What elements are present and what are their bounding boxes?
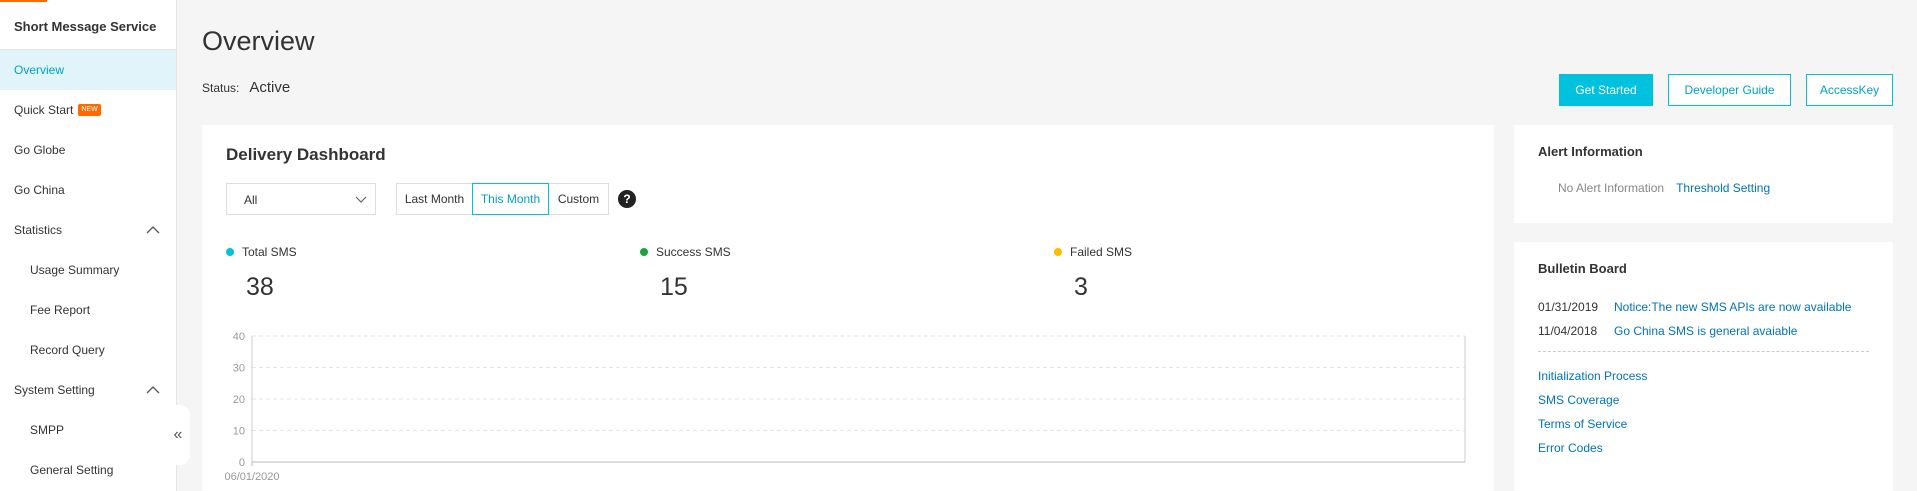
- sidebar-item-label: Go Globe: [14, 143, 66, 157]
- delivery-dashboard-card: Delivery Dashboard All Last Month This M…: [202, 125, 1494, 491]
- sidebar-item-statistics[interactable]: Statistics: [0, 210, 176, 250]
- error-codes-link[interactable]: Error Codes: [1538, 441, 1603, 455]
- stat-label: Total SMS: [242, 245, 297, 259]
- sms-type-select[interactable]: All: [226, 183, 376, 215]
- y-tick-label: 20: [233, 394, 245, 406]
- bulletin-board-card: Bulletin Board 01/31/2019 Notice:The new…: [1514, 242, 1893, 491]
- sidebar-title: Short Message Service: [0, 0, 176, 50]
- notice-date: 11/04/2018: [1538, 324, 1598, 338]
- sidebar-item-go-globe[interactable]: Go Globe: [0, 130, 176, 170]
- y-tick-label: 10: [233, 426, 245, 438]
- status-row: Status: Active: [202, 79, 290, 96]
- sidebar-item-label: Go China: [14, 183, 65, 197]
- sidebar-item-usage-summary[interactable]: Usage Summary: [0, 250, 176, 290]
- y-tick-label: 40: [233, 331, 245, 343]
- stat-label: Failed SMS: [1070, 245, 1133, 259]
- notice-link[interactable]: Notice:The new SMS APIs are now availabl…: [1614, 300, 1851, 314]
- dashboard-title: Delivery Dashboard: [226, 145, 386, 164]
- accesskey-button[interactable]: AccessKey: [1806, 74, 1893, 106]
- stat-value: 15: [660, 273, 688, 301]
- y-tick-label: 30: [233, 363, 245, 375]
- collapse-sidebar-icon[interactable]: «: [166, 405, 190, 465]
- x-tick-label: 06/01/2020: [224, 471, 279, 483]
- page-title: Overview: [202, 26, 315, 56]
- developer-guide-button[interactable]: Developer Guide: [1668, 74, 1791, 106]
- success-sms-dot: [640, 248, 648, 256]
- sidebar-item-system-setting[interactable]: System Setting: [0, 370, 176, 410]
- chevron-up-icon: [146, 226, 160, 234]
- get-started-button[interactable]: Get Started: [1559, 74, 1653, 106]
- sidebar-item-label: SMPP: [30, 423, 65, 437]
- help-icon[interactable]: ?: [618, 190, 636, 208]
- stat-failed-sms: Failed SMS 3: [1054, 245, 1132, 302]
- sidebar-item-label: Overview: [14, 63, 65, 77]
- y-tick-label: 0: [239, 457, 245, 469]
- divider: [1538, 351, 1869, 352]
- sidebar-item-label: Record Query: [30, 343, 105, 357]
- alert-information-card: Alert Information No Alert Information T…: [1514, 125, 1893, 223]
- failed-sms-dot: [1054, 248, 1062, 256]
- stat-success-sms: Success SMS 15: [640, 245, 731, 302]
- status-label: Status:: [202, 81, 240, 95]
- total-sms-dot: [226, 248, 234, 256]
- sidebar-item-overview[interactable]: Overview: [0, 50, 176, 90]
- brand-accent-bar: [0, 0, 47, 2]
- sms-coverage-link[interactable]: SMS Coverage: [1538, 393, 1619, 407]
- sidebar-item-label: Statistics: [14, 223, 63, 237]
- notice-link[interactable]: Go China SMS is general avaiable: [1614, 324, 1797, 338]
- sidebar-item-label: General Setting: [30, 463, 114, 477]
- delivery-chart: 0 10 20 30 40 06/01/2020: [224, 331, 1466, 483]
- sidebar-item-record-query[interactable]: Record Query: [0, 330, 176, 370]
- sidebar-item-label: Usage Summary: [30, 263, 120, 277]
- sidebar-item-label: System Setting: [14, 383, 95, 397]
- sidebar-item-label: Quick Start: [14, 103, 74, 117]
- terms-of-service-link[interactable]: Terms of Service: [1538, 417, 1627, 431]
- sidebar-item-label: Fee Report: [30, 303, 91, 317]
- notice-row: 11/04/2018 Go China SMS is general avaia…: [1538, 324, 1797, 338]
- notice-date: 01/31/2019: [1538, 300, 1599, 314]
- sidebar-item-quick-start[interactable]: Quick Start NEW: [0, 90, 176, 130]
- initialization-process-link[interactable]: Initialization Process: [1538, 369, 1647, 383]
- stat-value: 3: [1074, 273, 1088, 301]
- alert-title: Alert Information: [1538, 144, 1643, 159]
- sidebar-item-go-china[interactable]: Go China: [0, 170, 176, 210]
- sidebar-item-smpp[interactable]: SMPP: [0, 410, 176, 450]
- range-custom[interactable]: Custom: [548, 183, 609, 215]
- bulletin-title: Bulletin Board: [1538, 261, 1627, 276]
- new-badge: NEW: [78, 104, 101, 116]
- select-value: All: [244, 193, 258, 207]
- no-alert-text: No Alert Information: [1558, 181, 1665, 195]
- range-this-month[interactable]: This Month: [472, 183, 549, 215]
- sidebar: Short Message Service Overview Quick Sta…: [0, 0, 177, 491]
- stat-total-sms: Total SMS 38: [226, 245, 297, 302]
- notice-row: 01/31/2019 Notice:The new SMS APIs are n…: [1538, 300, 1851, 314]
- chevron-up-icon: [146, 386, 160, 394]
- sidebar-item-fee-report[interactable]: Fee Report: [0, 290, 176, 330]
- chevron-down-icon: [355, 196, 367, 203]
- status-value: Active: [249, 79, 291, 96]
- range-last-month[interactable]: Last Month: [396, 183, 473, 215]
- sidebar-item-general-setting[interactable]: General Setting: [0, 450, 176, 490]
- stat-label: Success SMS: [656, 245, 731, 259]
- stat-value: 38: [246, 273, 274, 301]
- threshold-setting-link[interactable]: Threshold Setting: [1676, 181, 1770, 195]
